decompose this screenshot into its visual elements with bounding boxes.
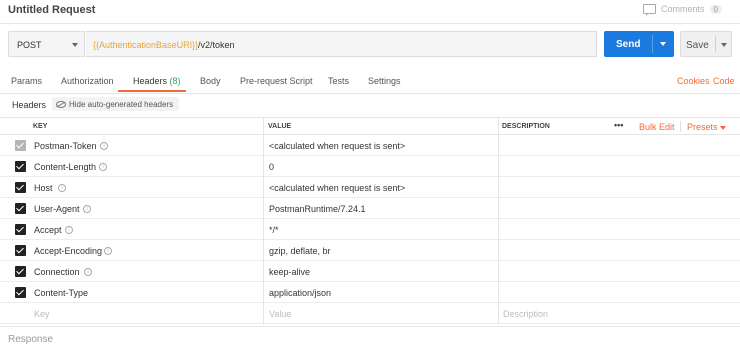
- tab-body[interactable]: Body: [200, 76, 221, 86]
- header-key-cell[interactable]: Content-Length: [34, 162, 96, 172]
- method-label: POST: [17, 40, 42, 50]
- new-header-row: Key Value Description: [0, 303, 740, 324]
- row-checkbox[interactable]: [15, 287, 26, 298]
- send-button[interactable]: Send: [604, 31, 674, 57]
- header-value-cell[interactable]: <calculated when request is sent>: [269, 141, 405, 151]
- header-value-cell[interactable]: PostmanRuntime/7.24.1: [269, 204, 366, 214]
- send-label: Send: [616, 39, 641, 50]
- tab-headers-label: Headers: [133, 76, 168, 86]
- info-icon[interactable]: i: [100, 142, 108, 150]
- info-icon[interactable]: i: [58, 184, 66, 192]
- tab-headers-count: (8): [169, 76, 181, 86]
- header-key-cell[interactable]: Connection: [34, 267, 80, 277]
- row-checkbox[interactable]: [15, 245, 26, 256]
- request-title[interactable]: Untitled Request: [8, 4, 95, 16]
- method-select[interactable]: POST: [8, 31, 85, 57]
- headers-section-label: Headers: [12, 100, 47, 110]
- save-label: Save: [686, 40, 709, 51]
- active-tab-indicator: [118, 90, 186, 92]
- divider: [0, 23, 740, 24]
- header-value-cell[interactable]: 0: [269, 162, 274, 172]
- response-section-label: Response: [8, 334, 54, 345]
- tab-headers[interactable]: Headers (8): [133, 76, 181, 86]
- tab-pre-request-script[interactable]: Pre-request Script: [240, 76, 313, 86]
- row-checkbox[interactable]: [15, 182, 26, 193]
- send-divider: [652, 35, 653, 53]
- comment-icon: [643, 4, 657, 16]
- url-path: /v2/token: [198, 40, 235, 50]
- row-checkbox[interactable]: [15, 224, 26, 235]
- tab-settings[interactable]: Settings: [368, 76, 401, 86]
- row-checkbox: [15, 140, 26, 151]
- table-row: Accept i */*: [0, 219, 740, 240]
- tab-params[interactable]: Params: [11, 76, 42, 86]
- header-value-cell[interactable]: */*: [269, 225, 279, 235]
- column-header-value: VALUE: [268, 123, 292, 130]
- header-key-cell[interactable]: Accept-Encoding: [34, 246, 102, 256]
- comments-button[interactable]: Comments 0: [643, 4, 722, 16]
- column-header-description: DESCRIPTION: [502, 123, 550, 130]
- comments-count: 0: [709, 4, 722, 14]
- header-key-cell[interactable]: Host: [34, 183, 53, 193]
- save-button[interactable]: Save: [680, 31, 732, 57]
- table-row: Content-Type application/json: [0, 282, 740, 303]
- row-checkbox[interactable]: [15, 203, 26, 214]
- cookies-link[interactable]: Cookies: [677, 76, 710, 86]
- header-value-cell[interactable]: application/json: [269, 288, 331, 298]
- header-key-cell[interactable]: User-Agent: [34, 204, 80, 214]
- url-input[interactable]: {{AuthenticationBaseURI}} /v2/token: [86, 31, 597, 57]
- more-options-icon[interactable]: •••: [614, 120, 623, 130]
- divider: [0, 93, 740, 94]
- chevron-down-icon: [720, 126, 726, 130]
- header-value-cell[interactable]: keep-alive: [269, 267, 310, 277]
- tab-authorization[interactable]: Authorization: [61, 76, 114, 86]
- save-options-chevron-icon[interactable]: [721, 43, 727, 47]
- eye-off-icon: [56, 100, 66, 108]
- header-key-cell[interactable]: Content-Type: [34, 288, 88, 298]
- header-value-cell[interactable]: <calculated when request is sent>: [269, 183, 405, 193]
- presets-dropdown[interactable]: Presets: [687, 122, 718, 132]
- hide-auto-generated-headers-label: Hide auto-generated headers: [69, 99, 174, 109]
- table-row: Postman-Token i <calculated when request i…: [0, 135, 740, 156]
- row-checkbox[interactable]: [15, 266, 26, 277]
- table-row: Host i <calculated when request is sent>: [0, 177, 740, 198]
- info-icon[interactable]: i: [99, 163, 107, 171]
- comments-label: Comments: [661, 4, 705, 14]
- table-row: Connection i keep-alive: [0, 261, 740, 282]
- hide-auto-generated-headers-button[interactable]: Hide auto-generated headers: [52, 97, 180, 111]
- table-row: User-Agent i PostmanRuntime/7.24.1: [0, 198, 740, 219]
- info-icon[interactable]: i: [83, 205, 91, 213]
- info-icon[interactable]: i: [65, 226, 73, 234]
- chevron-down-icon: [72, 43, 78, 47]
- new-description-input[interactable]: Description: [503, 309, 548, 319]
- info-icon[interactable]: i: [84, 268, 92, 276]
- column-divider: [498, 117, 499, 324]
- new-key-input[interactable]: Key: [34, 309, 50, 319]
- column-divider: [263, 117, 264, 324]
- save-divider: [715, 36, 716, 52]
- row-checkbox[interactable]: [15, 161, 26, 172]
- header-key-cell[interactable]: Postman-Token: [34, 141, 97, 151]
- header-key-cell[interactable]: Accept: [34, 225, 62, 235]
- divider: [0, 326, 740, 327]
- table-row: Accept-Encoding i gzip, deflate, br: [0, 240, 740, 261]
- url-variable: {{AuthenticationBaseURI}}: [93, 40, 199, 50]
- info-icon[interactable]: i: [104, 247, 112, 255]
- column-header-key: KEY: [33, 123, 48, 130]
- header-value-cell[interactable]: gzip, deflate, br: [269, 246, 331, 256]
- send-options-chevron-icon[interactable]: [660, 42, 666, 46]
- new-value-input[interactable]: Value: [269, 309, 291, 319]
- table-header-row: KEY VALUE DESCRIPTION ••• Bulk Edit Pres…: [0, 117, 740, 135]
- table-row: Content-Length i 0: [0, 156, 740, 177]
- actions-divider: [680, 121, 681, 132]
- bulk-edit-link[interactable]: Bulk Edit: [639, 122, 675, 132]
- tab-tests[interactable]: Tests: [328, 76, 349, 86]
- code-link[interactable]: Code: [713, 76, 735, 86]
